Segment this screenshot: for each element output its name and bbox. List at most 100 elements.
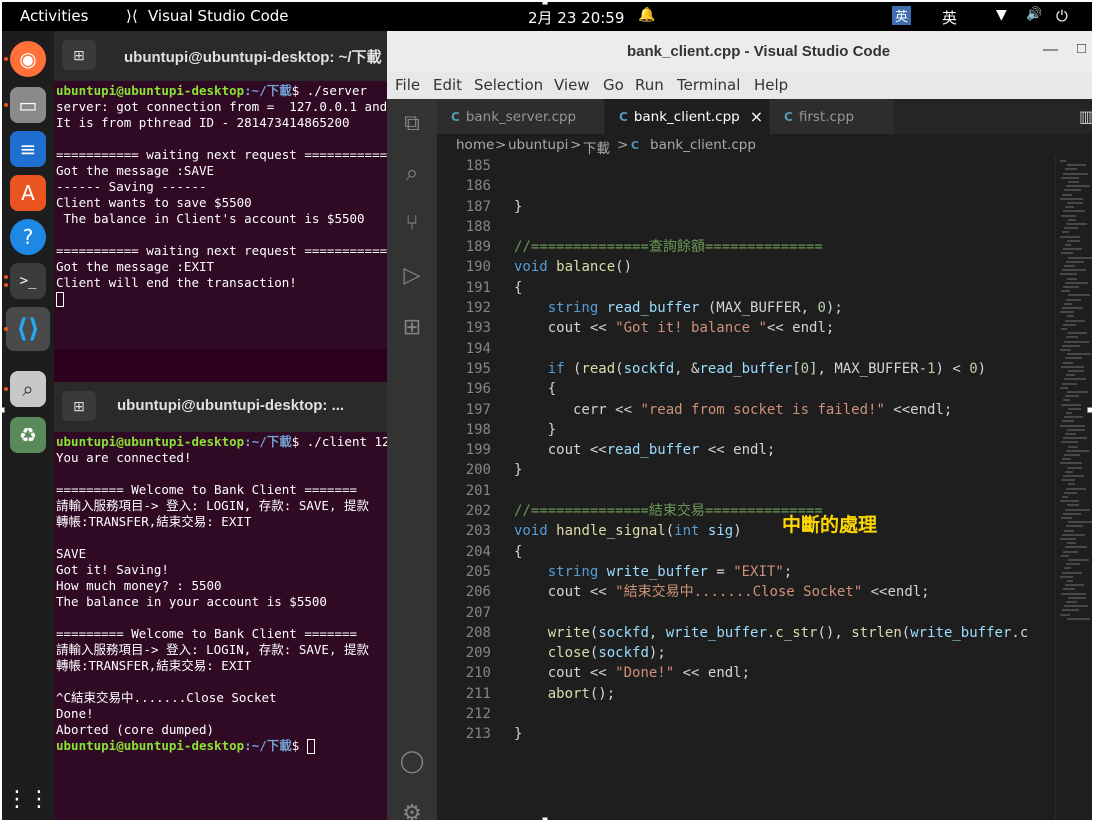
terminal-window-server[interactable]: ⊞ ubuntupi@ubuntupi-desktop: ~/下載 ubuntu…	[54, 31, 388, 349]
software-icon[interactable]: A	[10, 175, 46, 211]
clock[interactable]: 2月 23 20:59	[528, 7, 624, 28]
terminal-output[interactable]: ubuntupi@ubuntupi-desktop:~/下載$ ./client…	[54, 432, 388, 754]
code-line: }	[514, 421, 557, 438]
terminal-line: 轉帳:TRANSFER,結束交易: EXIT	[56, 514, 252, 529]
breadcrumb-item[interactable]: home	[456, 137, 494, 153]
terminal-output[interactable]: ubuntupi@ubuntupi-desktop:~/下載$ ./server…	[54, 81, 388, 307]
extensions-icon[interactable]: ⊞	[398, 313, 426, 341]
minimize-button[interactable]: —	[1043, 41, 1058, 58]
activities-button[interactable]: Activities	[20, 7, 88, 25]
code-line: }	[514, 726, 523, 743]
run-debug-icon[interactable]: ▷	[398, 261, 426, 289]
line-number: 187	[465, 198, 491, 215]
code-line: }	[514, 462, 523, 479]
line-number: 210	[465, 665, 491, 682]
code-line: write(sockfd, write_buffer.c_str(), strl…	[547, 624, 1029, 641]
app-grid-icon[interactable]: ⋮⋮	[6, 781, 50, 817]
network-icon[interactable]: ▼	[996, 7, 1007, 23]
writer-icon[interactable]: ≡	[10, 131, 46, 167]
maximize-button[interactable]: □	[1077, 40, 1086, 57]
line-number: 191	[465, 279, 491, 296]
line-number: 213	[465, 726, 491, 743]
menu-help[interactable]: Help	[754, 76, 788, 94]
terminal-line: You are connected!	[56, 450, 192, 465]
line-number: 203	[465, 523, 491, 540]
ime-indicator[interactable]: 英	[942, 7, 957, 28]
terminal-line: Client wants to save $5500	[56, 195, 252, 210]
split-editor-icon[interactable]: ▥	[1079, 107, 1092, 126]
terminal-line: SAVE	[56, 546, 87, 561]
breadcrumb-item[interactable]: bank_client.cpp	[650, 137, 756, 153]
line-number: 201	[465, 482, 491, 499]
terminal-line: 請輸入服務項目-> 登入: LOGIN, 存款: SAVE, 提款	[56, 642, 370, 657]
code-line: abort();	[547, 685, 616, 702]
terminal-window-client[interactable]: ⊞ ubuntupi@ubuntupi-desktop: ... ubuntup…	[54, 382, 388, 820]
source-control-icon[interactable]: ⑂	[398, 209, 426, 237]
terminal-line: ------ Saving ------	[56, 179, 207, 194]
editor-tabs: Cbank_server.cpp Cbank_client.cpp × Cfirs…	[437, 99, 1092, 134]
terminal-icon[interactable]: >_	[10, 263, 46, 299]
ime-badge-icon[interactable]: 英	[892, 6, 912, 25]
menu-file[interactable]: File	[395, 76, 420, 94]
terminal-line: Done!	[56, 706, 94, 721]
settings-gear-icon[interactable]: ⚙	[398, 799, 426, 821]
terminal-line: Got the message :EXIT	[56, 259, 215, 274]
menu-view[interactable]: View	[554, 76, 590, 94]
menu-terminal[interactable]: Terminal	[677, 76, 740, 94]
terminal-line: 請輸入服務項目-> 登入: LOGIN, 存款: SAVE, 提款	[56, 498, 370, 513]
code-line: void balance()	[514, 259, 633, 276]
code-line: string read_buffer (MAX_BUFFER, 0);	[547, 300, 843, 317]
account-icon[interactable]: ◯	[398, 747, 426, 775]
minimap[interactable]	[1055, 156, 1092, 820]
close-icon[interactable]: ×	[750, 107, 763, 126]
terminal-line: server: got connection from = 127.0.0.1 …	[56, 99, 388, 114]
terminal-line: ========= Welcome to Bank Client =======	[56, 482, 358, 497]
line-number: 206	[465, 584, 491, 601]
annotation-label: 中斷的處理	[782, 514, 878, 536]
tab-bank-server[interactable]: Cbank_server.cpp	[437, 99, 605, 134]
new-tab-button[interactable]: ⊞	[62, 391, 96, 421]
breadcrumb-item[interactable]: ubuntupi	[508, 137, 568, 153]
help-icon[interactable]: ?	[10, 219, 46, 255]
vscode-window[interactable]: bank_client.cpp - Visual Studio Code — □…	[387, 31, 1092, 820]
screenshot-icon[interactable]: ⌕	[10, 371, 46, 407]
trash-icon[interactable]: ♻	[10, 417, 46, 453]
desktop: Activities ⟩⟨ Visual Studio Code 2月 23 2…	[2, 2, 1092, 820]
files-icon[interactable]: ▭	[10, 87, 46, 123]
line-number: 190	[465, 259, 491, 276]
line-number: 196	[465, 381, 491, 398]
terminal-title: ubuntupi@ubuntupi-desktop: ...	[117, 397, 345, 414]
menu-edit[interactable]: Edit	[433, 76, 462, 94]
terminal-line: It is from pthread ID - 281473414865200	[56, 115, 350, 130]
code-line: //==============查詢餘額==============	[514, 239, 823, 256]
line-number: 209	[465, 645, 491, 662]
new-tab-button[interactable]: ⊞	[62, 40, 96, 70]
code-editor[interactable]: } //==============查詢餘額============== void …	[514, 156, 1054, 820]
cpp-file-icon: C	[619, 109, 628, 124]
tab-bank-client[interactable]: Cbank_client.cpp ×	[605, 99, 770, 134]
tab-first[interactable]: Cfirst.cpp	[770, 99, 895, 134]
menu-selection[interactable]: Selection	[474, 76, 543, 94]
app-menu[interactable]: Visual Studio Code	[148, 7, 289, 25]
line-number: 212	[465, 706, 491, 723]
line-number: 198	[465, 421, 491, 438]
firefox-icon[interactable]: ◉	[10, 41, 46, 77]
window-title: bank_client.cpp - Visual Studio Code	[627, 43, 891, 60]
menu-go[interactable]: Go	[603, 76, 624, 94]
menu-run[interactable]: Run	[635, 76, 664, 94]
vscode-icon[interactable]: ⟨⟩	[6, 307, 50, 351]
power-icon[interactable]: ⏻	[1056, 7, 1068, 25]
line-number: 186	[465, 178, 491, 195]
breadcrumb-item[interactable]: 下載	[583, 137, 610, 157]
terminal-line: Got the message :SAVE	[56, 163, 215, 178]
explorer-icon[interactable]: ⧉	[398, 109, 426, 137]
volume-icon[interactable]: 🔊	[1026, 7, 1042, 22]
search-icon[interactable]: ⌕	[398, 159, 426, 187]
